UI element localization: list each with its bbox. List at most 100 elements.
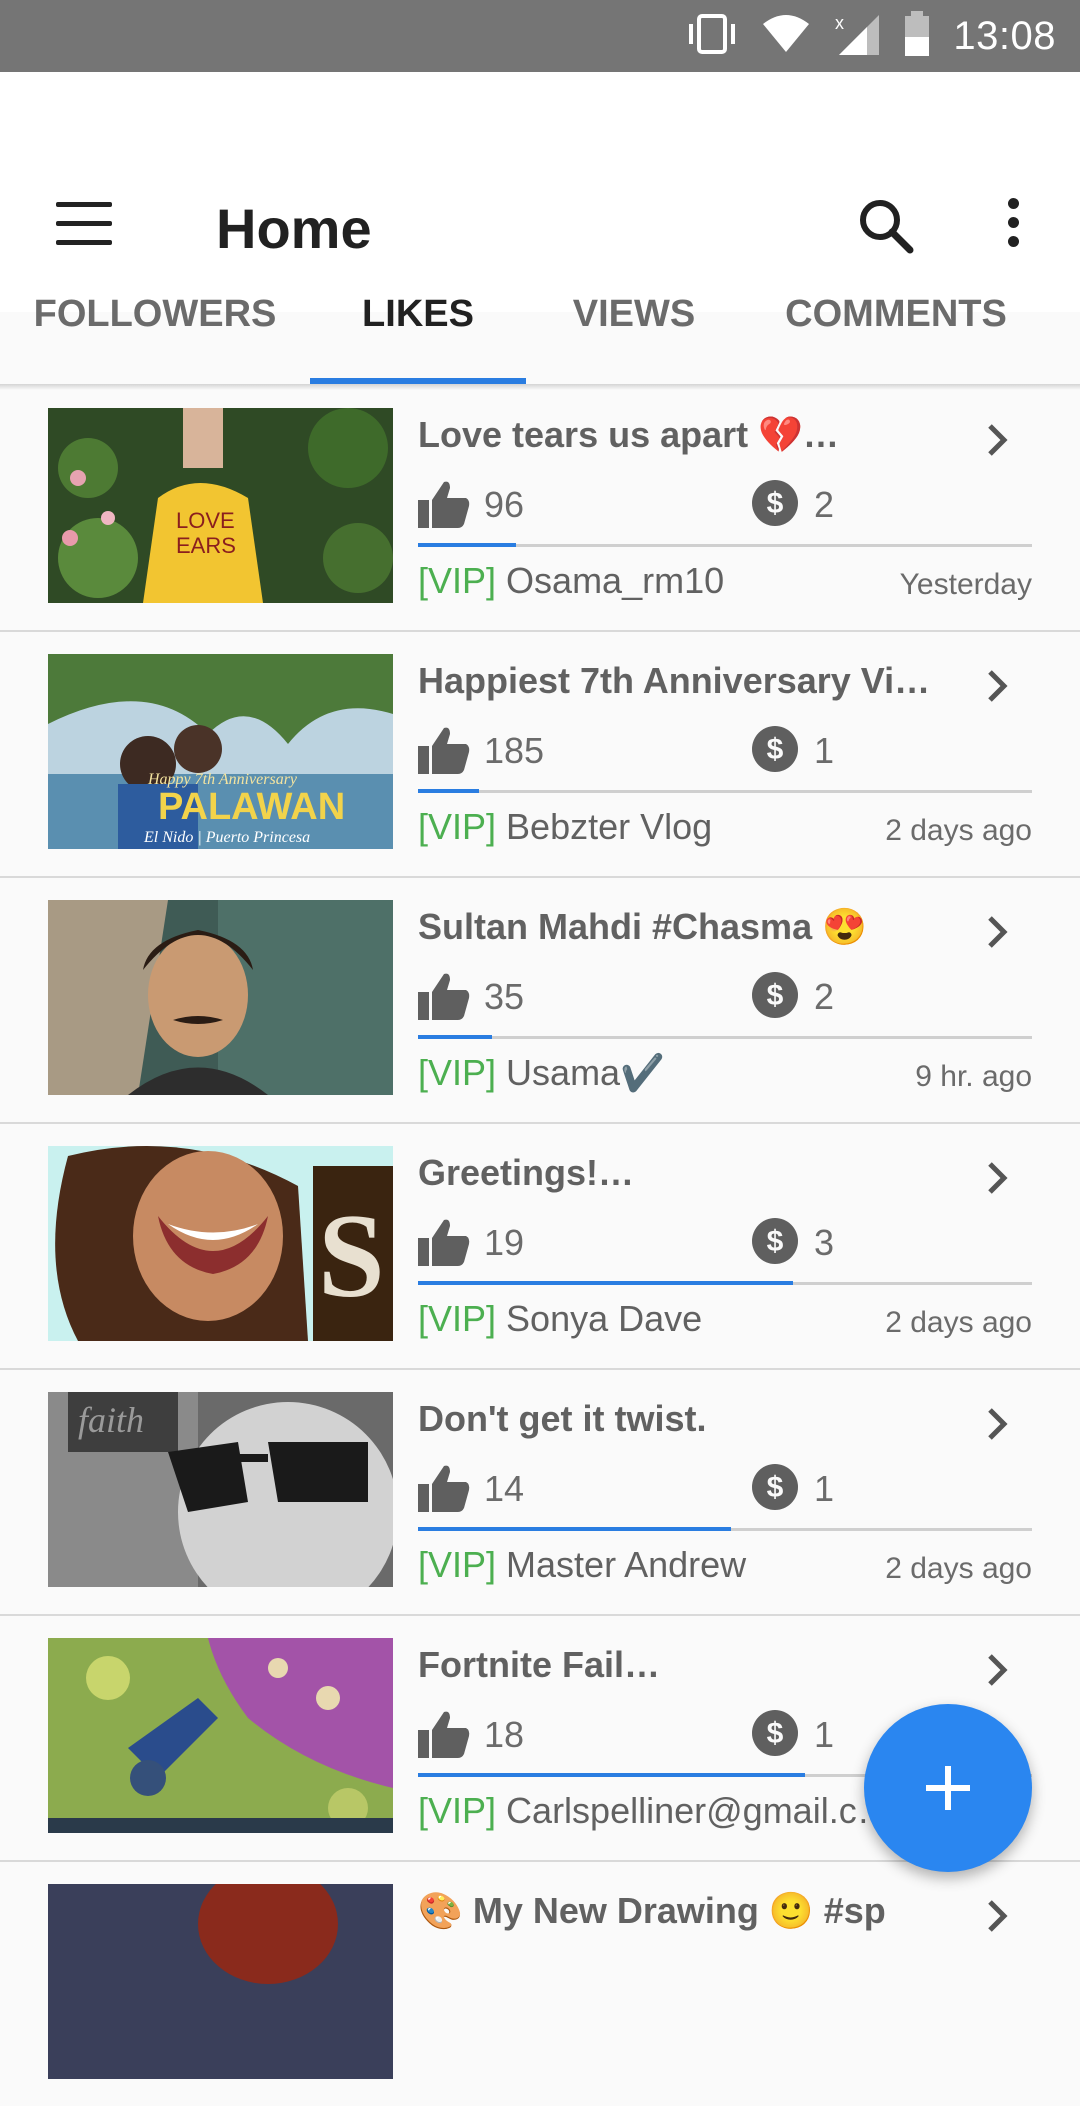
vip-badge: [VIP]: [418, 1052, 497, 1093]
video-thumbnail[interactable]: faith: [48, 1392, 393, 1587]
author-name: Sonya Dave: [506, 1298, 703, 1339]
timestamp: 2 days ago: [885, 814, 1032, 847]
vip-badge: [VIP]: [418, 560, 497, 601]
author-line[interactable]: [VIP] Osama_rm10: [418, 560, 724, 602]
chevron-right-icon[interactable]: [982, 1650, 1012, 1690]
author-name: Carlspelliner@gmail.c…: [506, 1790, 893, 1831]
tab-likes[interactable]: LIKES: [310, 295, 526, 384]
chevron-right-icon[interactable]: [982, 666, 1012, 706]
status-bar: x 13:08: [0, 0, 1080, 72]
author-line[interactable]: [VIP] Sonya Dave: [418, 1298, 702, 1340]
svg-text:$: $: [767, 733, 784, 766]
tab-comments-label: COMMENTS: [785, 293, 1007, 335]
svg-text:x: x: [835, 13, 844, 33]
thumbs-up-icon: [418, 972, 470, 1020]
like-count: 18: [484, 1714, 525, 1755]
thumbs-up-icon: [418, 480, 470, 528]
video-thumbnail[interactable]: [48, 1884, 393, 2079]
svg-text:$: $: [767, 1471, 784, 1504]
list-item[interactable]: Sultan Mahdi #Chasma 😍 35 $ 2 [VIP] Usam…: [0, 876, 1080, 1124]
tab-followers[interactable]: FOLLOWERS: [0, 295, 310, 384]
coin-count: 2: [814, 484, 835, 525]
wifi-icon: [761, 14, 811, 59]
author-line[interactable]: [VIP] Usama✔️: [418, 1052, 665, 1094]
like-count: 14: [484, 1468, 525, 1509]
signal-icon: x: [833, 11, 881, 62]
menu-icon[interactable]: [56, 202, 112, 246]
list-item[interactable]: S Greetings!… 19 $ 3 [VIP] Sonya Dave 2 …: [0, 1122, 1080, 1370]
list-item[interactable]: 🎨 My New Drawing 🙂 #sp: [0, 1860, 1080, 2106]
tab-bar: FOLLOWERS LIKES VIEWS COMMENTS: [0, 295, 1080, 384]
dollar-coin-icon: $: [752, 480, 798, 526]
list-item[interactable]: LOVE EARS Love tears us apart 💔… 96 $ 2 …: [0, 384, 1080, 632]
author-line[interactable]: [VIP] Bebzter Vlog: [418, 806, 712, 848]
svg-text:EARS: EARS: [176, 533, 236, 558]
tab-views-label: VIEWS: [572, 293, 696, 335]
chevron-right-icon[interactable]: [982, 1158, 1012, 1198]
battery-icon: [903, 10, 931, 62]
svg-text:LOVE: LOVE: [176, 508, 235, 533]
thumbs-up-icon: [418, 1710, 470, 1758]
author-line[interactable]: [VIP] Carlspelliner@gmail.c…: [418, 1790, 893, 1832]
video-thumbnail[interactable]: [48, 900, 393, 1095]
vibrate-icon: [685, 12, 739, 61]
svg-text:faith: faith: [78, 1400, 144, 1440]
tab-views[interactable]: VIEWS: [526, 295, 742, 384]
progress-fill: [418, 1035, 492, 1039]
dollar-coin-icon: $: [752, 726, 798, 772]
video-thumbnail[interactable]: Happy 7th Anniversary PALAWAN El Nido | …: [48, 654, 393, 849]
svg-text:PALAWAN: PALAWAN: [158, 786, 345, 828]
vip-badge: [VIP]: [418, 1790, 497, 1831]
video-thumbnail[interactable]: LOVE EARS: [48, 408, 393, 603]
thumbs-up-icon: [418, 726, 470, 774]
svg-text:S: S: [318, 1189, 385, 1322]
tab-comments[interactable]: COMMENTS: [742, 295, 1050, 384]
video-thumbnail[interactable]: [48, 1638, 393, 1833]
progress-bar: [418, 543, 1032, 547]
vip-badge: [VIP]: [418, 806, 497, 847]
coin-count: 1: [814, 730, 835, 771]
author-name: Usama✔️: [506, 1052, 665, 1093]
item-title: Fortnite Fail…: [418, 1644, 660, 1685]
add-button[interactable]: [864, 1704, 1032, 1872]
svg-text:$: $: [767, 1225, 784, 1258]
chevron-right-icon[interactable]: [982, 420, 1012, 460]
progress-fill: [418, 789, 480, 793]
dollar-coin-icon: $: [752, 1464, 798, 1510]
progress-bar: [418, 1281, 1032, 1285]
status-time: 13:08: [953, 13, 1056, 58]
item-title: Don't get it twist.: [418, 1398, 707, 1439]
dollar-coin-icon: $: [752, 972, 798, 1018]
timestamp: Yesterday: [899, 568, 1032, 601]
progress-fill: [418, 1281, 793, 1285]
progress-bar: [418, 1527, 1032, 1531]
search-icon[interactable]: [856, 196, 916, 256]
coin-count: 3: [814, 1222, 835, 1263]
chevron-right-icon[interactable]: [982, 1404, 1012, 1444]
list-item[interactable]: faith Don't get it twist. 14 $ 1 [VIP] M…: [0, 1368, 1080, 1616]
dollar-coin-icon: $: [752, 1710, 798, 1756]
more-vert-icon[interactable]: [998, 198, 1028, 254]
coin-count: 1: [814, 1714, 835, 1755]
timestamp: 9 hr. ago: [915, 1060, 1032, 1093]
author-name: Bebzter Vlog: [506, 806, 713, 847]
video-thumbnail[interactable]: S: [48, 1146, 393, 1341]
chevron-right-icon[interactable]: [982, 912, 1012, 952]
author-line[interactable]: [VIP] Master Andrew: [418, 1544, 746, 1586]
chevron-right-icon[interactable]: [982, 1896, 1012, 1936]
progress-bar: [418, 1035, 1032, 1039]
svg-text:$: $: [767, 979, 784, 1012]
progress-fill: [418, 1527, 732, 1531]
svg-text:$: $: [767, 1717, 784, 1750]
list-item[interactable]: Happy 7th Anniversary PALAWAN El Nido | …: [0, 630, 1080, 878]
app-bar: Home: [0, 72, 1080, 312]
like-count: 96: [484, 484, 525, 525]
svg-text:$: $: [767, 487, 784, 520]
progress-fill: [418, 543, 517, 547]
timestamp: 2 days ago: [885, 1552, 1032, 1585]
coin-count: 1: [814, 1468, 835, 1509]
vip-badge: [VIP]: [418, 1544, 497, 1585]
author-name: Master Andrew: [506, 1544, 747, 1585]
tab-likes-label: LIKES: [362, 293, 474, 335]
svg-text:El Nido | Puerto Princesa: El Nido | Puerto Princesa: [143, 829, 310, 846]
